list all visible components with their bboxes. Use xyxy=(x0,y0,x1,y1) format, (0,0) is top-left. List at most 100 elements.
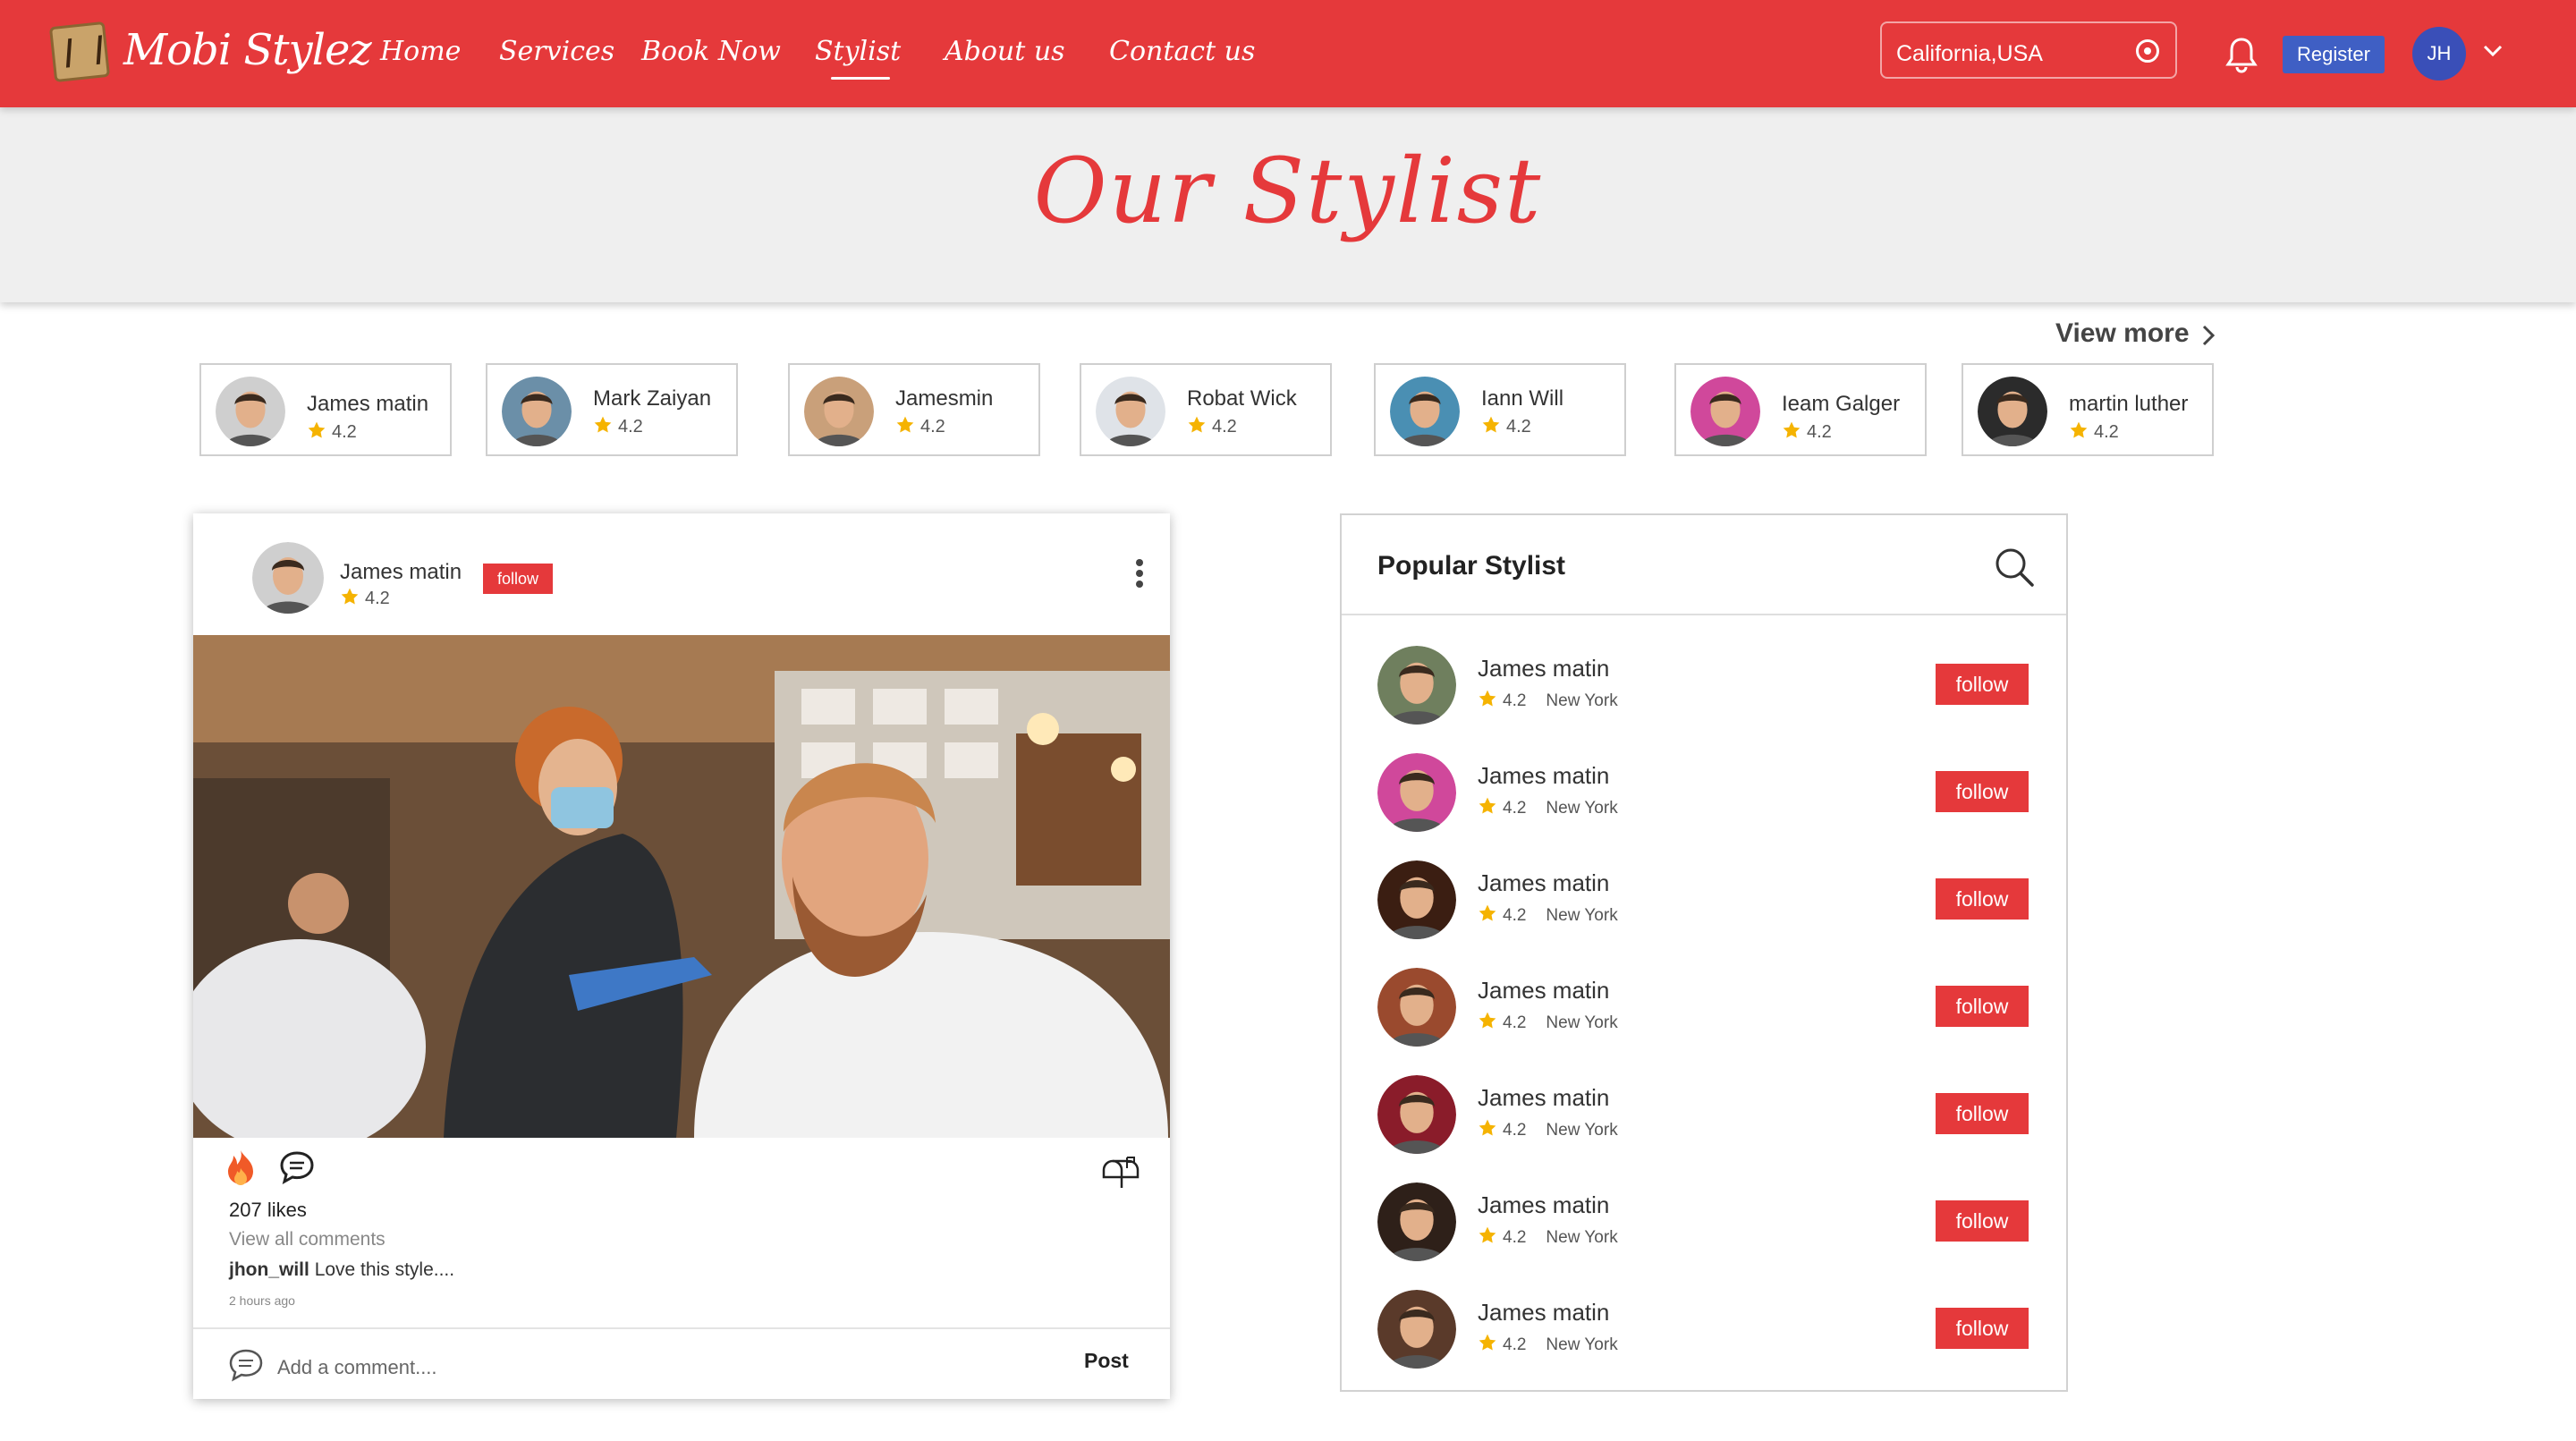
star-icon xyxy=(307,420,326,440)
popular-stylist-row[interactable]: James matin 4.2 New York follow xyxy=(1377,1075,2039,1157)
star-icon xyxy=(2069,420,2089,440)
popular-stylist-row[interactable]: James matin 4.2 New York follow xyxy=(1377,753,2039,835)
star-icon xyxy=(593,415,613,435)
location-target-icon[interactable] xyxy=(2136,39,2159,63)
nav-contact-us[interactable]: Contact us xyxy=(1109,36,1255,67)
stylist-card[interactable]: Ieam Galger 4.2 xyxy=(1674,363,1927,456)
add-comment-icon xyxy=(229,1349,263,1382)
popular-stylist-row[interactable]: James matin 4.2 New York follow xyxy=(1377,646,2039,728)
stylist-name: Mark Zaiyan xyxy=(593,386,712,411)
stylist-name: Ieam Galger xyxy=(1782,392,1901,416)
stylist-rating: 4.2 xyxy=(1782,420,1832,443)
location-field[interactable]: California,USA xyxy=(1880,21,2177,79)
search-icon[interactable] xyxy=(1993,546,2036,589)
post-author-avatar[interactable] xyxy=(252,542,324,614)
follow-button[interactable]: follow xyxy=(1936,986,2029,1027)
stylist-rating: 4.2 New York xyxy=(1478,689,1618,711)
popular-stylist-row[interactable]: James matin 4.2 New York follow xyxy=(1377,968,2039,1050)
star-icon xyxy=(1782,420,1801,440)
stylist-photo xyxy=(1096,377,1165,446)
stylist-card[interactable]: martin luther 4.2 xyxy=(1962,363,2214,456)
nav-book-now[interactable]: Book Now xyxy=(641,36,781,67)
star-icon xyxy=(1478,903,1497,923)
stylist-photo xyxy=(1690,377,1760,446)
register-button[interactable]: Register xyxy=(2283,36,2385,73)
stylist-rating: 4.2 xyxy=(1481,415,1531,437)
stylist-photo xyxy=(1377,1182,1456,1261)
stylist-photo xyxy=(1377,646,1456,725)
stylist-photo xyxy=(1377,968,1456,1047)
popular-stylist-row[interactable]: James matin 4.2 New York follow xyxy=(1377,860,2039,943)
view-all-comments-link[interactable]: View all comments xyxy=(229,1229,386,1250)
follow-button[interactable]: follow xyxy=(1936,878,2029,920)
nav-about-us[interactable]: About us xyxy=(945,36,1065,67)
stylist-photo xyxy=(216,377,285,446)
star-icon xyxy=(1478,1333,1497,1352)
view-more-link[interactable]: View more xyxy=(2055,318,2190,349)
stylist-card[interactable]: Mark Zaiyan 4.2 xyxy=(486,363,738,456)
stylist-city: New York xyxy=(1546,906,1618,925)
star-icon xyxy=(1478,1225,1497,1245)
stylist-name: Robat Wick xyxy=(1187,386,1297,411)
star-icon xyxy=(1478,1011,1497,1030)
post-follow-button[interactable]: follow xyxy=(483,564,553,594)
stylist-name: James matin xyxy=(1478,977,1610,1004)
stylist-card[interactable]: Jamesmin 4.2 xyxy=(788,363,1040,456)
stylist-name: James matin xyxy=(1478,1299,1610,1326)
stylist-card[interactable]: Iann Will 4.2 xyxy=(1374,363,1626,456)
logo-icon[interactable] xyxy=(48,21,111,83)
stylist-name: James matin xyxy=(307,392,429,416)
stylist-rating: 4.2 xyxy=(2069,420,2119,443)
stylist-photo xyxy=(804,377,874,446)
fire-icon[interactable] xyxy=(225,1149,256,1186)
bell-icon[interactable] xyxy=(2225,36,2258,73)
brand-name[interactable]: Mobi Stylez xyxy=(123,25,372,75)
stylist-name: martin luther xyxy=(2069,392,2189,416)
nav-home[interactable]: Home xyxy=(380,36,461,67)
stylist-city: New York xyxy=(1546,1335,1618,1354)
chevron-right-icon[interactable] xyxy=(2200,324,2216,347)
user-avatar[interactable]: JH xyxy=(2412,27,2466,81)
post-photo[interactable] xyxy=(193,635,1170,1138)
stylist-name: James matin xyxy=(1478,1191,1610,1218)
stylist-city: New York xyxy=(1546,799,1618,818)
comment-user[interactable]: jhon_will xyxy=(229,1259,309,1280)
stylist-rating: 4.2 New York xyxy=(1478,1118,1618,1140)
post-divider xyxy=(193,1327,1170,1329)
stylist-name: Iann Will xyxy=(1481,386,1564,411)
stylist-photo xyxy=(1377,860,1456,939)
post-comment-button[interactable]: Post xyxy=(1084,1349,1129,1373)
mailbox-icon[interactable] xyxy=(1100,1154,1141,1190)
nav-services[interactable]: Services xyxy=(499,36,614,67)
more-vertical-icon[interactable] xyxy=(1134,558,1145,589)
stylist-rating: 4.2 xyxy=(307,420,357,443)
add-comment-input[interactable] xyxy=(277,1352,814,1383)
popular-stylist-title: Popular Stylist xyxy=(1377,551,1566,581)
nav-stylist[interactable]: Stylist xyxy=(815,36,901,80)
chevron-down-icon[interactable] xyxy=(2483,41,2503,61)
follow-button[interactable]: follow xyxy=(1936,1093,2029,1134)
stylist-card[interactable]: James matin 4.2 xyxy=(199,363,452,456)
comment-icon[interactable] xyxy=(279,1150,315,1184)
stylist-rating: 4.2 New York xyxy=(1478,1011,1618,1033)
popular-stylist-row[interactable]: James matin 4.2 New York follow xyxy=(1377,1182,2039,1265)
stylist-rating: 4.2 New York xyxy=(1478,1333,1618,1355)
follow-button[interactable]: follow xyxy=(1936,1308,2029,1349)
stylist-card[interactable]: Robat Wick 4.2 xyxy=(1080,363,1332,456)
comment-text: Love this style.... xyxy=(314,1259,455,1280)
stylist-name: James matin xyxy=(1478,1084,1610,1111)
popular-stylist-row[interactable]: James matin 4.2 New York follow xyxy=(1377,1290,2039,1372)
star-icon xyxy=(1478,689,1497,708)
star-icon xyxy=(895,415,915,435)
stylist-rating: 4.2 xyxy=(593,415,643,437)
post-author-name[interactable]: James matin xyxy=(340,560,462,585)
stylist-rating: 4.2 New York xyxy=(1478,796,1618,818)
follow-button[interactable]: follow xyxy=(1936,664,2029,705)
stylist-rating: 4.2 xyxy=(895,415,945,437)
likes-count: 207 likes xyxy=(229,1199,307,1221)
comment-line: jhon_will Love this style.... xyxy=(229,1259,454,1281)
follow-button[interactable]: follow xyxy=(1936,1200,2029,1242)
follow-button[interactable]: follow xyxy=(1936,771,2029,812)
stylist-city: New York xyxy=(1546,1013,1618,1032)
stylist-photo xyxy=(1377,1075,1456,1154)
